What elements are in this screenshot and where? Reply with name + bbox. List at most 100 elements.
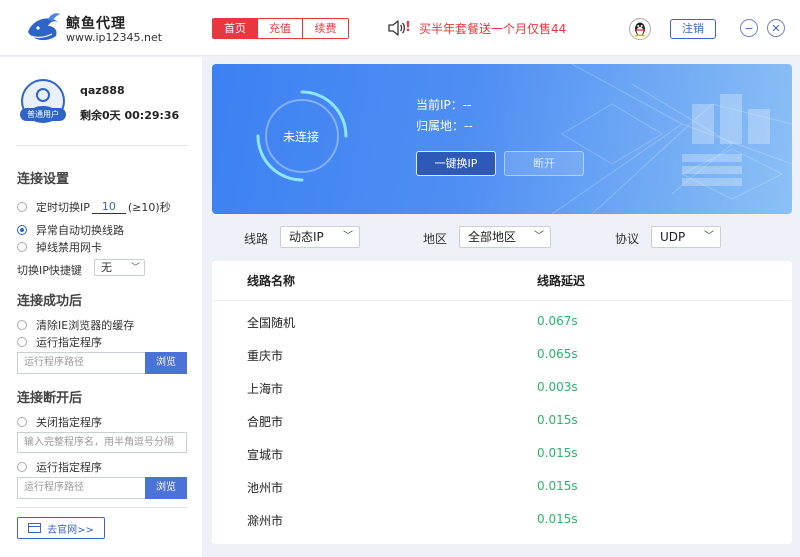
tab-home[interactable]: 首页 [213, 19, 258, 38]
connection-status: 未连接 [283, 130, 320, 144]
after-disconnect-title: 连接断开后 [17, 391, 83, 406]
disable-nic-label: 掉线禁用网卡 [36, 241, 102, 254]
line-delay: 0.067s [537, 314, 578, 328]
clear-cache-label: 清除IE浏览器的缓存 [36, 319, 135, 332]
hotkey-select[interactable]: 无 ﹀ [94, 259, 145, 276]
line-name: 重庆市 [247, 349, 284, 363]
chevron-down-icon: ﹀ [130, 263, 140, 273]
browse-button-2[interactable]: 浏览 [145, 477, 187, 499]
logout-button[interactable]: 注销 [670, 19, 716, 39]
username: qaz888 [80, 84, 125, 97]
run-program2-option[interactable]: 运行指定程序 [17, 459, 102, 475]
official-site-label: 去官网>> [47, 524, 94, 536]
chevron-down-icon: ﹀ [704, 231, 714, 242]
line-type-select[interactable]: 动态IP ﹀ [280, 226, 360, 248]
speaker-icon [388, 20, 406, 36]
timed-switch-suffix: (≥10)秒 [127, 201, 171, 214]
top-bar: 鲸鱼代理 www.ip12345.net 首页 充值 续费 ! 买半年套餐送一个… [0, 0, 800, 56]
table-row[interactable]: 上海市 0.003s [212, 372, 792, 405]
auto-switch-label: 异常自动切换线路 [36, 224, 124, 237]
promo-alert-mark: ! [405, 20, 411, 35]
run-program-path-row: 运行程序路径 浏览 [17, 352, 187, 374]
table-row[interactable]: 全国随机 0.067s [212, 306, 792, 339]
run-program-path-input[interactable]: 运行程序路径 [17, 352, 145, 374]
line-type-value: 动态IP [289, 230, 324, 244]
after-connect-title: 连接成功后 [17, 294, 83, 309]
line-delay: 0.003s [537, 380, 578, 394]
timed-switch-label: 定时切换IP [36, 201, 90, 214]
nav-tabs: 首页 充值 续费 [212, 18, 349, 39]
close-program-label: 关闭指定程序 [36, 416, 102, 429]
tab-renew[interactable]: 续费 [303, 19, 348, 38]
timed-switch-radio[interactable] [17, 202, 27, 212]
promo-marquee[interactable]: 买半年套餐送一个月仅售44 [419, 20, 567, 37]
brand-url: www.ip12345.net [66, 31, 163, 44]
divider [16, 145, 188, 146]
protocol-value: UDP [660, 230, 686, 244]
line-delay: 0.015s [537, 512, 578, 526]
browser-window-icon [28, 523, 42, 533]
region-filter-label: 地区 [423, 232, 448, 246]
line-name: 合肥市 [247, 415, 284, 429]
user-level-badge: 普通用户 [20, 108, 66, 121]
hotkey-label: 切换IP快捷键 [17, 264, 82, 277]
column-line-delay: 线路延迟 [537, 274, 586, 288]
disable-nic-option[interactable]: 掉线禁用网卡 [17, 239, 102, 255]
ip-location: 归属地：-- [416, 119, 473, 133]
switch-ip-button[interactable]: 一键换IP [416, 151, 496, 176]
auto-switch-radio[interactable] [17, 225, 27, 235]
whale-logo-icon [28, 13, 60, 41]
line-name: 宣城市 [247, 448, 284, 462]
run-program2-path-input[interactable]: 运行程序路径 [17, 477, 145, 499]
hotkey-value: 无 [101, 261, 112, 274]
table-row[interactable]: 重庆市 0.065s [212, 339, 792, 372]
timed-switch-option[interactable]: 定时切换IP 10 (≥10)秒 [17, 199, 171, 215]
qq-penguin-icon[interactable] [629, 18, 651, 40]
clear-cache-option[interactable]: 清除IE浏览器的缓存 [17, 317, 134, 333]
chevron-down-icon: ﹀ [343, 231, 353, 242]
minimize-icon[interactable]: − [740, 19, 758, 37]
settings-sidebar: 普通用户 qaz888 剩余0天 00:29:36 连接设置 定时切换IP 10… [0, 57, 202, 557]
connection-banner: 未连接 当前IP：-- 归属地：-- 一键换IP 断开 [212, 64, 792, 214]
connect-settings-title: 连接设置 [17, 172, 70, 187]
line-name: 池州市 [247, 481, 284, 495]
run-program-option[interactable]: 运行指定程序 [17, 334, 102, 350]
tab-recharge[interactable]: 充值 [258, 19, 303, 38]
protocol-select[interactable]: UDP ﹀ [651, 226, 721, 248]
run-program-radio[interactable] [17, 337, 27, 347]
table-row[interactable]: 滁州市 0.015s [212, 504, 792, 537]
divider [16, 507, 188, 508]
clear-cache-radio[interactable] [17, 320, 27, 330]
run-program-label: 运行指定程序 [36, 336, 102, 349]
close-program-radio[interactable] [17, 417, 27, 427]
line-name: 上海市 [247, 382, 284, 396]
official-site-button[interactable]: 去官网>> [17, 517, 105, 539]
auto-switch-option[interactable]: 异常自动切换线路 [17, 222, 124, 238]
run-program2-radio[interactable] [17, 462, 27, 472]
disconnect-button[interactable]: 断开 [504, 151, 584, 176]
line-delay: 0.015s [537, 413, 578, 427]
line-filter-label: 线路 [244, 232, 269, 246]
remaining-time: 剩余0天 00:29:36 [80, 109, 180, 122]
run-program2-label: 运行指定程序 [36, 461, 102, 474]
chevron-down-icon: ﹀ [534, 231, 544, 242]
table-row[interactable]: 宣城市 0.015s [212, 438, 792, 471]
line-table: 线路名称 线路延迟 全国随机 0.067s 重庆市 0.065s 上海市 0.0… [212, 261, 792, 544]
line-delay: 0.015s [537, 479, 578, 493]
table-row[interactable]: 池州市 0.015s [212, 471, 792, 504]
close-program-input[interactable]: 输入完整程序名，用半角逗号分隔 [17, 432, 187, 453]
brand-name: 鲸鱼代理 [66, 16, 126, 32]
timed-switch-seconds-input[interactable]: 10 [91, 200, 126, 214]
table-row[interactable]: 合肥市 0.015s [212, 405, 792, 438]
protocol-filter-label: 协议 [615, 232, 640, 246]
disable-nic-radio[interactable] [17, 242, 27, 252]
column-line-name: 线路名称 [247, 274, 296, 288]
line-delay: 0.065s [537, 347, 578, 361]
close-icon[interactable]: ✕ [767, 19, 785, 37]
line-delay: 0.015s [537, 446, 578, 460]
run-program2-path-row: 运行程序路径 浏览 [17, 477, 187, 499]
line-name: 滁州市 [247, 514, 284, 528]
region-select[interactable]: 全部地区 ﹀ [459, 226, 551, 248]
close-program-option[interactable]: 关闭指定程序 [17, 414, 102, 430]
browse-button[interactable]: 浏览 [145, 352, 187, 374]
